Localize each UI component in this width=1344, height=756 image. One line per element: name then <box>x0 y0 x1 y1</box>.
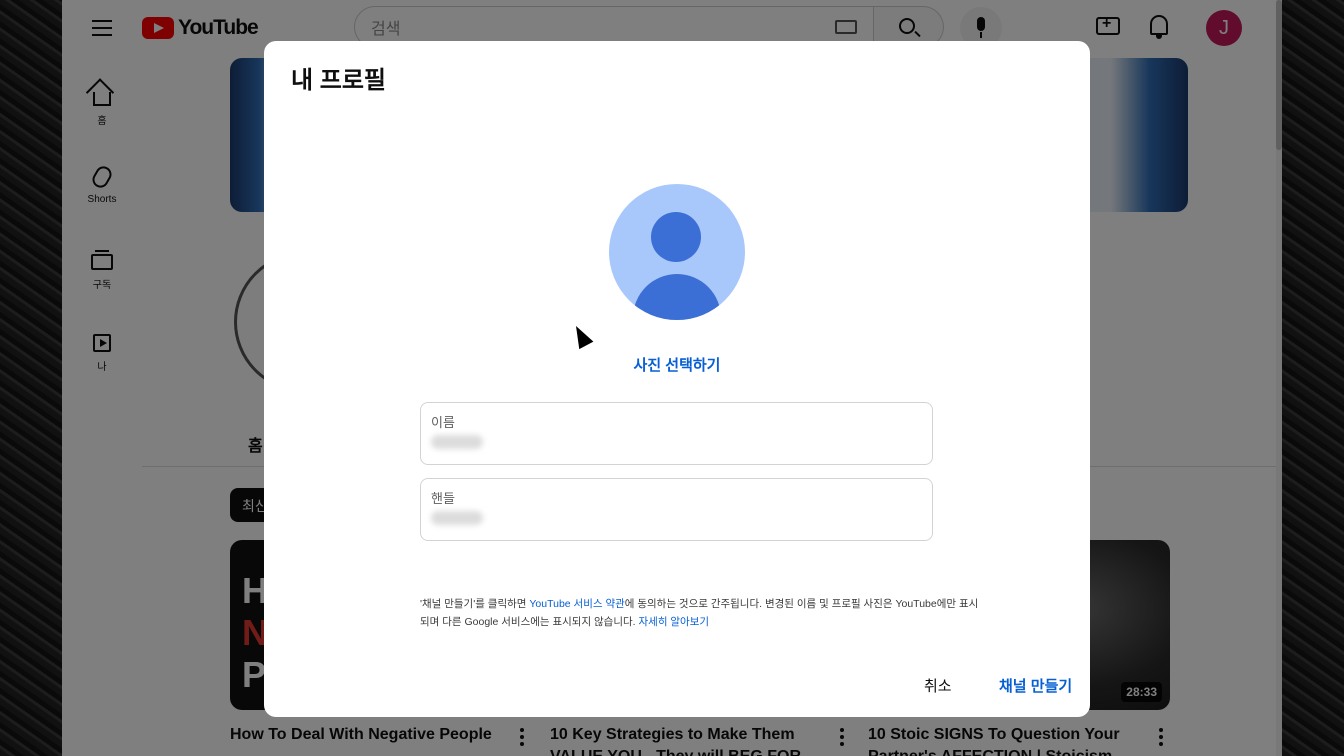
handle-field-label: 핸들 <box>431 491 455 506</box>
background-left <box>0 0 62 756</box>
terms-of-service-link[interactable]: YouTube 서비스 약관 <box>529 598 624 610</box>
background-right <box>1282 0 1344 756</box>
create-channel-button[interactable]: 채널 만들기 <box>999 675 1072 696</box>
avatar-body <box>633 274 721 320</box>
choose-photo-link[interactable]: 사진 선택하기 <box>264 354 1090 375</box>
cancel-button[interactable]: 취소 <box>924 675 952 696</box>
name-field-value-blurred <box>431 435 483 449</box>
handle-field[interactable]: 핸들 <box>420 478 933 541</box>
name-field[interactable]: 이름 <box>420 402 933 465</box>
profile-dialog: 내 프로필 사진 선택하기 이름 핸들 '채널 만들기'를 클릭하면 YouTu… <box>264 41 1090 717</box>
avatar-head <box>651 212 701 262</box>
terms-prefix: '채널 만들기'를 클릭하면 <box>420 598 530 610</box>
terms-text: '채널 만들기'를 클릭하면 YouTube 서비스 약관에 동의하는 것으로 … <box>420 595 980 631</box>
profile-avatar-icon[interactable] <box>609 184 745 320</box>
dialog-title: 내 프로필 <box>291 67 386 94</box>
learn-more-link[interactable]: 자세히 알아보기 <box>639 616 710 628</box>
name-field-label: 이름 <box>431 415 455 430</box>
handle-field-value-blurred <box>431 511 483 525</box>
